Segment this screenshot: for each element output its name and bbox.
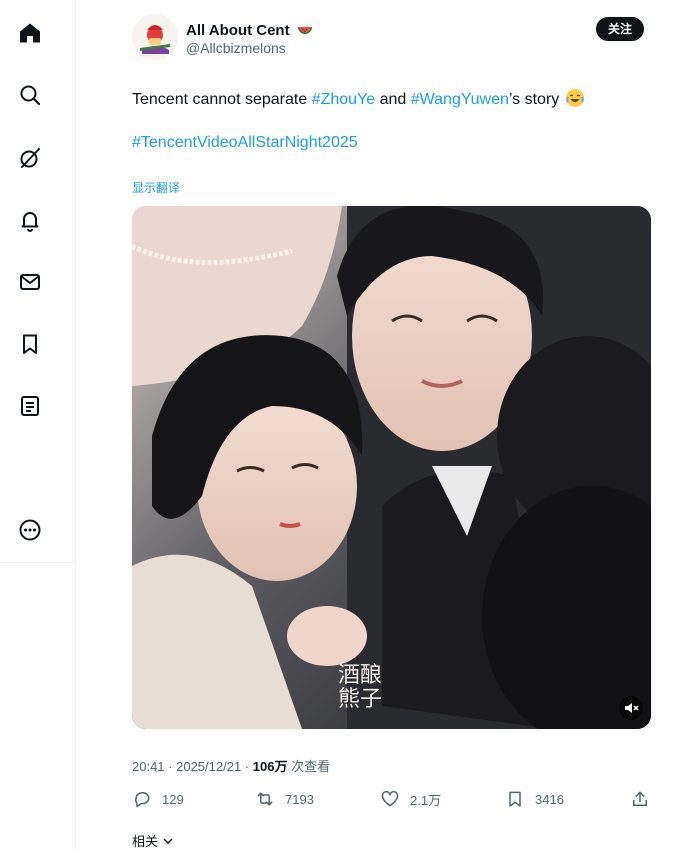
mail-icon[interactable]: [18, 270, 42, 294]
hashtag-zhouye[interactable]: #ZhouYe: [312, 91, 375, 108]
display-name[interactable]: All About Cent: [186, 21, 313, 39]
list-icon[interactable]: [18, 394, 42, 418]
tweet-text-part: Tencent cannot separate: [132, 91, 312, 108]
tweet-text-part: ’s story: [508, 91, 560, 108]
bookmark-action-button[interactable]: 3416: [505, 788, 564, 810]
video-watermark: 酒酿 熊子: [338, 663, 383, 712]
views-label: 次查看: [287, 759, 331, 774]
display-name-text: All About Cent: [186, 22, 290, 39]
laughing-crying-emoji-icon: [565, 89, 584, 107]
search-icon[interactable]: [18, 83, 42, 107]
watermelon-icon: [297, 27, 312, 34]
views-count: 106万: [252, 759, 288, 774]
video-frame-illustration: [132, 206, 651, 729]
chevron-down-icon: [163, 838, 173, 844]
hashtag-wangyuwen[interactable]: #WangYuwen: [411, 91, 509, 108]
author-handle[interactable]: @Allcbizmelons: [186, 40, 286, 56]
mute-button[interactable]: [619, 696, 643, 720]
more-circle-icon[interactable]: [18, 518, 42, 542]
bookmark-icon[interactable]: [18, 332, 42, 356]
share-button[interactable]: [630, 788, 660, 810]
reply-button[interactable]: 129: [132, 788, 184, 810]
heart-icon: [381, 790, 399, 807]
grok-icon[interactable]: [18, 146, 42, 170]
related-label: 相关: [132, 834, 159, 849]
avatar[interactable]: [132, 14, 178, 60]
bell-icon[interactable]: [18, 208, 42, 232]
muted-speaker-icon: [625, 703, 639, 713]
related-toggle[interactable]: 相关: [132, 831, 174, 850]
post-date[interactable]: 2025/12/21: [176, 759, 241, 774]
sidebar-divider: [0, 562, 76, 563]
reply-count: 129: [162, 791, 184, 807]
share-icon: [633, 791, 647, 806]
like-count: 2.1万: [410, 792, 442, 808]
repost-button[interactable]: 7193: [255, 788, 314, 810]
tweet-text-part: and: [375, 91, 411, 108]
avatar-illustration: [132, 14, 178, 60]
home-icon[interactable]: [18, 21, 42, 45]
hashtag-tencentvideoallstarnight2025[interactable]: #TencentVideoAllStarNight2025: [132, 134, 358, 152]
meta-separator: ·: [241, 759, 253, 774]
bookmark-action-icon: [509, 791, 521, 807]
post-video[interactable]: 酒酿 熊子: [132, 206, 651, 729]
reply-icon: [135, 792, 150, 808]
repost-icon: [257, 792, 273, 806]
left-sidebar: [0, 0, 76, 851]
repost-count: 7193: [285, 791, 314, 807]
post-meta: 20:41 · 2025/12/21 · 106万 次查看: [132, 756, 330, 775]
tweet-text: Tencent cannot separate #ZhouYe and #Wan…: [132, 89, 584, 109]
like-button[interactable]: 2.1万: [380, 788, 441, 810]
post-time[interactable]: 20:41: [132, 759, 165, 774]
follow-button[interactable]: 关注: [596, 17, 644, 41]
show-translation-link[interactable]: 显示翻译: [132, 179, 180, 196]
bookmark-count: 3416: [535, 791, 564, 807]
meta-separator: ·: [164, 759, 177, 774]
